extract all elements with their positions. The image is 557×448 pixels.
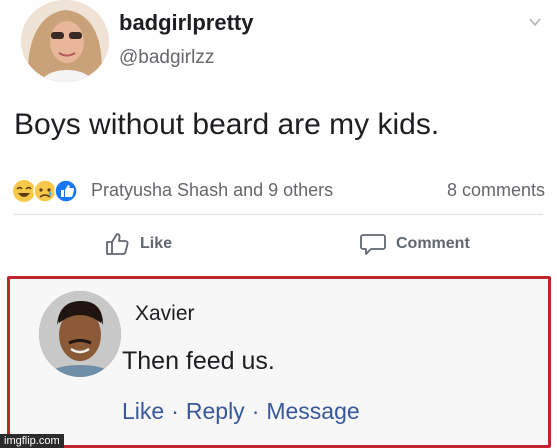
- imgflip-watermark: imgflip.com: [0, 434, 64, 448]
- like-reaction-icon: [54, 179, 78, 203]
- thumbs-up-icon: [106, 233, 129, 255]
- comments-count[interactable]: 8 comments: [447, 180, 545, 201]
- commenter-avatar[interactable]: [39, 291, 121, 377]
- like-label: Like: [140, 235, 173, 252]
- highlighted-comment: Xavier Then feed us. Like · Reply · Mess…: [7, 276, 551, 448]
- post-author-handle: @badgirlzz: [119, 47, 215, 68]
- comment-icon: [360, 234, 386, 255]
- post-header: badgirlpretty @badgirlzz: [13, 0, 553, 85]
- comment-label: Comment: [396, 235, 470, 252]
- chevron-down-icon[interactable]: [529, 16, 541, 28]
- post-text: Boys without beard are my kids.: [14, 108, 440, 141]
- comment-reply-link[interactable]: Reply: [186, 398, 245, 425]
- comment-text: Then feed us.: [122, 347, 275, 375]
- separator: ·: [171, 398, 179, 424]
- reaction-icons[interactable]: [13, 178, 89, 204]
- reactions-bar: Pratyusha Shash and 9 others 8 comments: [13, 176, 545, 206]
- comment-like-link[interactable]: Like: [122, 398, 164, 425]
- commenter-name[interactable]: Xavier: [135, 302, 195, 326]
- author-avatar[interactable]: [21, 0, 109, 82]
- haha-icon: [13, 180, 35, 202]
- reactors-text[interactable]: Pratyusha Shash and 9 others: [91, 180, 333, 201]
- post-author-name[interactable]: badgirlpretty: [119, 10, 253, 36]
- comment-message-link[interactable]: Message: [266, 398, 359, 425]
- comment-actions: Like · Reply · Message: [122, 398, 360, 425]
- like-button[interactable]: Like: [104, 228, 172, 260]
- separator: ·: [251, 398, 260, 424]
- sad-icon: [33, 179, 57, 203]
- divider: [13, 214, 543, 215]
- comment-button[interactable]: Comment: [360, 228, 470, 260]
